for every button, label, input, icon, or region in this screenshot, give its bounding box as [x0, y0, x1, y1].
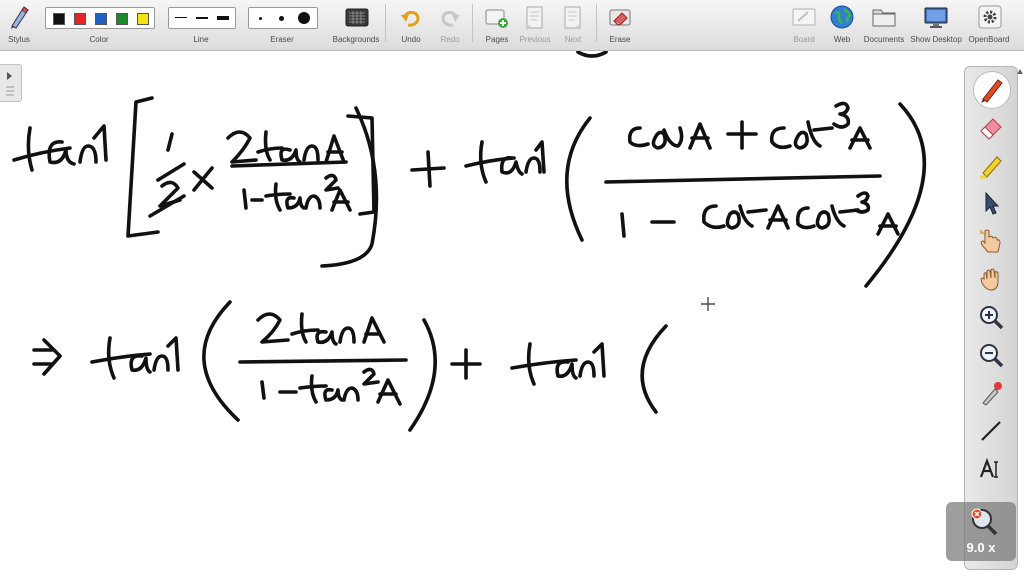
next-label: Next: [564, 35, 582, 44]
previous-label: Previous: [519, 35, 551, 44]
eraser-size-palette: [248, 7, 318, 29]
pan-hand-icon: [980, 268, 999, 291]
zoom-in-tool-button[interactable]: [977, 303, 1005, 331]
selector-icon: [985, 191, 1000, 215]
magnifier-panel[interactable]: 9.0 x: [946, 502, 1016, 561]
tool-strip: [964, 66, 1018, 570]
highlighter-icon: [980, 156, 1002, 179]
pen-icon: [981, 79, 1003, 103]
line-thick-button[interactable]: [217, 16, 229, 20]
globe-icon: [830, 5, 854, 29]
laser-pointer-icon: [982, 382, 1002, 406]
interact-tool-button[interactable]: [977, 227, 1005, 255]
toolbar-separator: [472, 4, 473, 42]
undo-icon: [401, 10, 420, 27]
pan-tool-button[interactable]: [977, 265, 1005, 293]
web-label: Web: [833, 35, 851, 44]
eraser-icon: [980, 118, 1002, 140]
line-label: Line: [193, 35, 209, 44]
desktop-icon: [924, 7, 948, 28]
color-swatch-yellow[interactable]: [137, 13, 149, 25]
color-swatch-red[interactable]: [74, 13, 86, 25]
left-panel-toggle[interactable]: [0, 64, 22, 102]
ink-stroke: [576, 50, 608, 58]
line-width-palette: [168, 7, 236, 29]
backgrounds-icon: [345, 8, 369, 27]
previous-page-icon: [526, 6, 543, 29]
pages-label: Pages: [485, 35, 509, 44]
color-swatch-green[interactable]: [116, 13, 128, 25]
zoom-out-tool-button[interactable]: [977, 341, 1005, 369]
magnifier-close-icon[interactable]: [964, 504, 1004, 540]
show-desktop-label: Show Desktop: [910, 35, 962, 44]
eraser-small-button[interactable]: [259, 17, 262, 20]
text-icon: [979, 457, 998, 478]
line-medium-button[interactable]: [196, 17, 208, 19]
eraser-tool-button[interactable]: [977, 113, 1005, 141]
scroll-up-arrow-icon[interactable]: [1016, 66, 1024, 106]
main-toolbar: Stylus Color Line Eraser Backgrounds Und…: [0, 0, 1024, 51]
stylus-icon: [11, 6, 29, 29]
ink-line-1: [12, 96, 379, 268]
eraser-large-button[interactable]: [298, 12, 310, 24]
laser-pointer-tool-button[interactable]: [977, 379, 1005, 407]
board-label: Board: [793, 35, 815, 44]
pen-tool-button[interactable]: [973, 71, 1011, 109]
backgrounds-label: Backgrounds: [332, 35, 380, 44]
zoom-level-label: 9.0 x: [966, 540, 996, 555]
whiteboard-canvas[interactable]: [0, 50, 1024, 576]
line-tool-button[interactable]: [977, 417, 1005, 445]
erase-label: Erase: [609, 35, 631, 44]
color-label: Color: [89, 35, 109, 44]
undo-label: Undo: [401, 35, 421, 44]
line-thin-button[interactable]: [175, 17, 187, 18]
expand-arrow-icon: [6, 72, 14, 96]
text-tool-button[interactable]: [977, 455, 1005, 483]
add-page-icon: [485, 9, 508, 28]
ink-line-2: [32, 300, 668, 432]
crosshair-cursor-icon: [701, 297, 715, 311]
color-palette: [45, 7, 155, 29]
documents-label: Documents: [863, 35, 905, 44]
erase-page-icon: [609, 9, 631, 26]
color-swatch-black[interactable]: [53, 13, 65, 25]
gear-icon: [978, 5, 1002, 29]
highlighter-tool-button[interactable]: [977, 151, 1005, 179]
line-icon: [981, 421, 1001, 441]
stylus-label: Stylus: [8, 35, 30, 44]
redo-icon: [441, 10, 460, 27]
ink-line-1b: [410, 101, 927, 288]
next-page-icon: [564, 6, 581, 29]
eraser-medium-button[interactable]: [279, 16, 284, 21]
redo-label: Redo: [440, 35, 460, 44]
openboard-label: OpenBoard: [968, 35, 1010, 44]
selector-tool-button[interactable]: [977, 189, 1005, 217]
board-icon: [792, 8, 816, 26]
folder-icon: [872, 9, 896, 27]
zoom-in-icon: [980, 306, 1004, 330]
zoom-out-icon: [980, 344, 1004, 368]
eraser-label: Eraser: [270, 35, 294, 44]
toolbar-separator: [596, 4, 597, 42]
interact-hand-icon: [979, 229, 1001, 253]
handwriting-layer: [12, 50, 927, 432]
color-swatch-blue[interactable]: [95, 13, 107, 25]
toolbar-separator: [385, 4, 386, 42]
